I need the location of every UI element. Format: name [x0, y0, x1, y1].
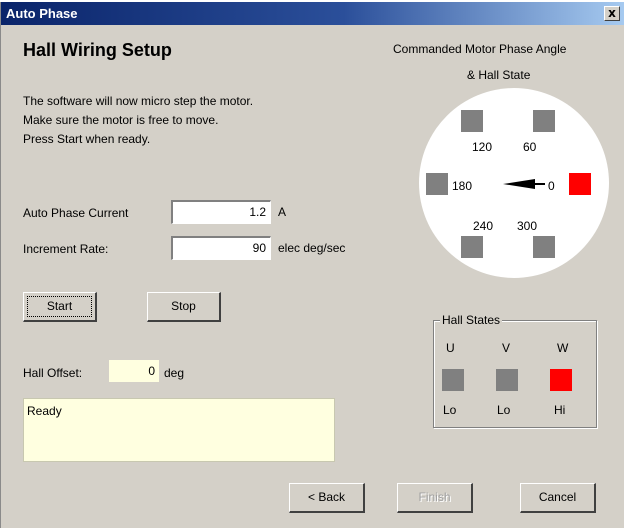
finish-button[interactable]: Finish [397, 483, 473, 513]
auto-phase-current-label: Auto Phase Current [23, 206, 129, 220]
window-title: Auto Phase [6, 6, 78, 21]
phase-w-indicator [550, 369, 572, 391]
close-button[interactable]: x [604, 6, 620, 21]
auto-phase-window: Auto Phase x Hall Wiring Setup The softw… [0, 2, 624, 528]
phase-u-label: U [446, 341, 455, 355]
angle-label-240: 240 [473, 219, 494, 233]
auto-phase-current-unit: A [278, 205, 287, 219]
instruction-line-1: The software will now micro step the mot… [23, 94, 254, 108]
cancel-button-label: Cancel [538, 490, 577, 504]
phase-diagram-subtitle: & Hall State [467, 68, 531, 82]
phase-pointer [503, 179, 545, 189]
hall-states-group: Hall States U V W Lo Lo Hi [433, 313, 597, 428]
position-300-square [533, 236, 555, 258]
hall-offset-unit: deg [164, 366, 185, 380]
position-120-square [461, 110, 483, 132]
increment-rate-input[interactable]: 90 [171, 236, 271, 260]
status-box: Ready [23, 398, 335, 462]
auto-phase-current-input[interactable]: 1.2 [171, 200, 271, 224]
title-bar[interactable]: Auto Phase x [1, 2, 624, 25]
angle-label-60: 60 [523, 140, 537, 154]
stop-button-label: Stop [171, 299, 196, 313]
start-button[interactable]: Start [23, 292, 97, 322]
instruction-line-3: Press Start when ready. [23, 132, 151, 146]
angle-label-0: 0 [548, 179, 555, 193]
hall-offset-label: Hall Offset: [23, 366, 83, 380]
phase-u-indicator [442, 369, 464, 391]
stop-button[interactable]: Stop [147, 292, 221, 322]
pointer-needle [503, 179, 535, 189]
finish-button-label: Finish [418, 490, 451, 504]
instruction-line-2: Make sure the motor is free to move. [23, 113, 219, 127]
back-button[interactable]: < Back [289, 483, 365, 513]
focus-ring [27, 296, 92, 317]
increment-rate-unit: elec deg/sec [278, 241, 346, 255]
phase-w-state: Hi [554, 403, 566, 417]
back-button-label: < Back [307, 490, 346, 504]
phase-v-state: Lo [497, 403, 511, 417]
angle-label-180: 180 [452, 179, 473, 193]
phase-u-state: Lo [443, 403, 457, 417]
angle-label-300: 300 [517, 219, 538, 233]
page-title: Hall Wiring Setup [23, 40, 172, 60]
hall-states-label: Hall States [440, 313, 503, 327]
position-180-square [426, 173, 448, 195]
angle-label-120: 120 [472, 140, 493, 154]
phase-w-label: W [557, 341, 569, 355]
phase-diagram-title: Commanded Motor Phase Angle [393, 42, 567, 56]
phase-v-label: V [502, 341, 511, 355]
position-0-square [569, 173, 591, 195]
phase-v-indicator [496, 369, 518, 391]
increment-rate-label: Increment Rate: [23, 242, 109, 256]
position-240-square [461, 236, 483, 258]
position-60-square [533, 110, 555, 132]
hall-offset-value: 0 [109, 360, 159, 382]
cancel-button[interactable]: Cancel [520, 483, 596, 513]
status-text: Ready [27, 404, 62, 418]
